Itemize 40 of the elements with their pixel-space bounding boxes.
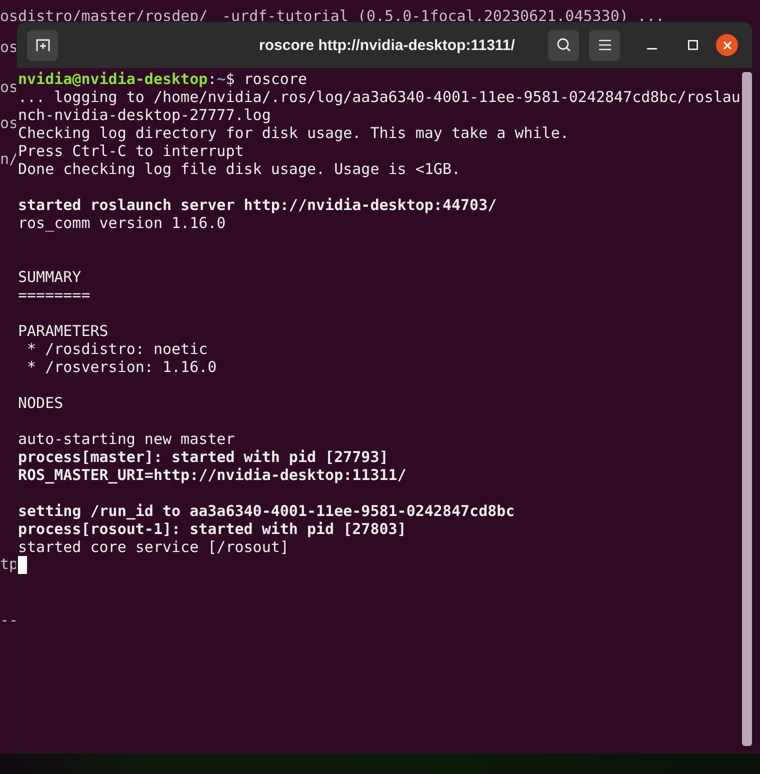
output-line: SUMMARY	[18, 268, 82, 286]
menu-icon	[598, 39, 612, 51]
new-tab-button[interactable]	[27, 30, 58, 60]
output-line: ros_comm version 1.16.0	[18, 214, 227, 232]
output-line: Press Ctrl-C to interrupt	[18, 142, 245, 160]
close-icon	[722, 40, 732, 50]
background-terminal-text: osdistro/master/rosdep/	[0, 7, 208, 25]
output-line: setting /run_id to aa3a6340-4001-11ee-9581-0242847cd8bc	[18, 502, 516, 520]
output-line: process[master]: started with pid [27793]	[18, 448, 390, 466]
prompt-line: nvidia@nvidia-desktop:~$ roscore	[18, 70, 308, 88]
output-line: auto-starting new master	[18, 430, 236, 448]
output-line: * /rosdistro: noetic	[26, 340, 209, 358]
new-tab-icon	[34, 37, 50, 53]
output-line: NODES	[18, 394, 64, 412]
output-line: started roslaunch server http://nvidia-desktop:44703/	[18, 196, 498, 214]
output-line: process[rosout-1]: started with pid [27803]	[18, 520, 408, 538]
output-line: ... logging to /home/nvidia/.ros/log/aa3a6340-4001-11ee-9581-0242847cd8bc/roslau	[18, 88, 742, 106]
search-icon	[556, 37, 572, 53]
search-button[interactable]	[548, 30, 579, 60]
menu-button[interactable]	[589, 30, 620, 60]
background-terminal-text: os	[0, 38, 18, 56]
background-terminal-text: n/	[0, 150, 18, 168]
window-title: roscore http://nvidia-desktop:11311/	[259, 36, 515, 54]
output-line: ROS_MASTER_URI=http://nvidia-desktop:11311/	[18, 466, 408, 484]
text-cursor	[18, 556, 27, 574]
output-line: nch-nvidia-desktop-27777.log	[18, 106, 272, 124]
background-terminal-text: os	[0, 78, 18, 96]
output-line: started core service [/rosout]	[18, 538, 290, 556]
background-terminal-text: -urdf-tutorial (0.5.0-1focal.20230621.045330) ...	[222, 7, 665, 25]
output-line: PARAMETERS	[18, 322, 110, 340]
output-line: Checking log directory for disk usage. This may take a while.	[18, 124, 570, 142]
scrollbar[interactable]	[742, 72, 752, 746]
output-line: ========	[18, 286, 92, 304]
background-terminal-text: --	[0, 611, 18, 629]
output-line: * /rosversion: 1.16.0	[26, 358, 218, 376]
close-button[interactable]	[716, 34, 738, 56]
minimize-icon	[646, 48, 656, 50]
maximize-icon	[688, 40, 698, 50]
output-line: Done checking log file disk usage. Usage is <1GB.	[18, 160, 462, 178]
background-terminal-text: os	[0, 114, 18, 132]
